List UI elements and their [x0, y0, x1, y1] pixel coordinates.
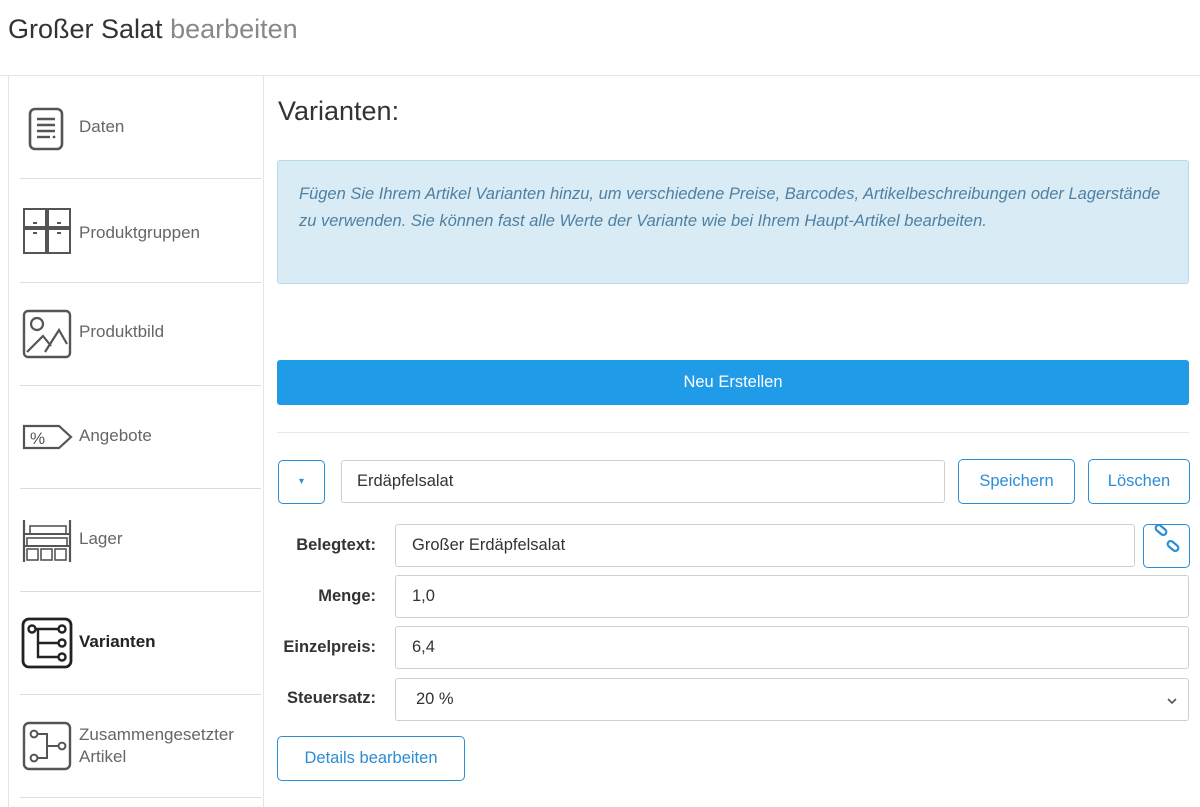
- steuersatz-select[interactable]: 20 %: [395, 678, 1189, 721]
- chevron-down-icon: [1166, 694, 1178, 706]
- edit-details-button[interactable]: Details bearbeiten: [277, 736, 465, 781]
- sidebar-item-produktbild[interactable]: Produktbild: [20, 283, 261, 386]
- einzelpreis-input[interactable]: [395, 626, 1189, 669]
- variant-name-input[interactable]: [341, 460, 945, 503]
- sidebar-item-produktgruppen[interactable]: Produktgruppen: [20, 180, 261, 283]
- variant-toggle-button[interactable]: ▾: [278, 460, 325, 504]
- composite-item-icon: [21, 720, 73, 772]
- link-button[interactable]: [1143, 523, 1190, 568]
- page-title-subtitle: bearbeiten: [170, 14, 298, 44]
- info-alert: Fügen Sie Ihrem Artikel Varianten hinzu,…: [277, 160, 1189, 284]
- product-groups-icon: [21, 205, 73, 257]
- sidebar-item-lager[interactable]: Lager: [20, 489, 261, 592]
- menge-input[interactable]: [395, 575, 1189, 618]
- divider: [277, 432, 1189, 433]
- link-icon: [1153, 523, 1181, 568]
- steuersatz-selected-value: 20 %: [416, 690, 454, 708]
- sidebar-item-label: Daten: [79, 117, 125, 136]
- sidebar-item-label: Lager: [79, 529, 123, 548]
- sidebar-item-varianten[interactable]: Varianten: [20, 592, 261, 695]
- sidebar-item-label: Zusammengesetzter Artikel: [79, 725, 234, 766]
- page-title: Großer Salat bearbeiten: [8, 14, 298, 45]
- main-panel: Varianten: Fügen Sie Ihrem Artikel Varia…: [264, 76, 1200, 807]
- sidebar-item-daten[interactable]: Daten: [20, 76, 261, 179]
- svg-text:%: %: [30, 429, 45, 448]
- percent-tag-icon: %: [21, 411, 73, 463]
- image-icon: [21, 308, 73, 360]
- sidebar-item-label: Produktbild: [79, 322, 165, 341]
- steuersatz-label: Steuersatz:: [287, 689, 376, 707]
- belegtext-input[interactable]: [395, 524, 1135, 567]
- variants-tree-icon: [21, 617, 73, 669]
- belegtext-label: Belegtext:: [296, 536, 376, 554]
- delete-button[interactable]: Löschen: [1088, 459, 1190, 504]
- create-variant-button[interactable]: Neu Erstellen: [277, 360, 1189, 405]
- document-icon: [21, 103, 73, 155]
- page-header: Großer Salat bearbeiten: [0, 0, 1200, 76]
- sidebar-item-angebote[interactable]: % Angebote: [20, 386, 261, 489]
- page-title-main: Großer Salat: [8, 14, 163, 44]
- sidebar-item-zusammengesetzter-artikel[interactable]: Zusammengesetzter Artikel: [20, 695, 261, 798]
- save-button[interactable]: Speichern: [958, 459, 1075, 504]
- sidebar: Daten Produktgruppen Produktbild % Angeb…: [8, 76, 264, 807]
- einzelpreis-label: Einzelpreis:: [283, 638, 376, 656]
- menge-label: Menge:: [318, 587, 376, 605]
- shelf-icon: [21, 514, 73, 566]
- section-title: Varianten:: [278, 96, 400, 126]
- sidebar-item-label: Angebote: [79, 426, 152, 445]
- sidebar-item-label: Varianten: [79, 632, 156, 651]
- sidebar-item-label: Produktgruppen: [79, 223, 200, 242]
